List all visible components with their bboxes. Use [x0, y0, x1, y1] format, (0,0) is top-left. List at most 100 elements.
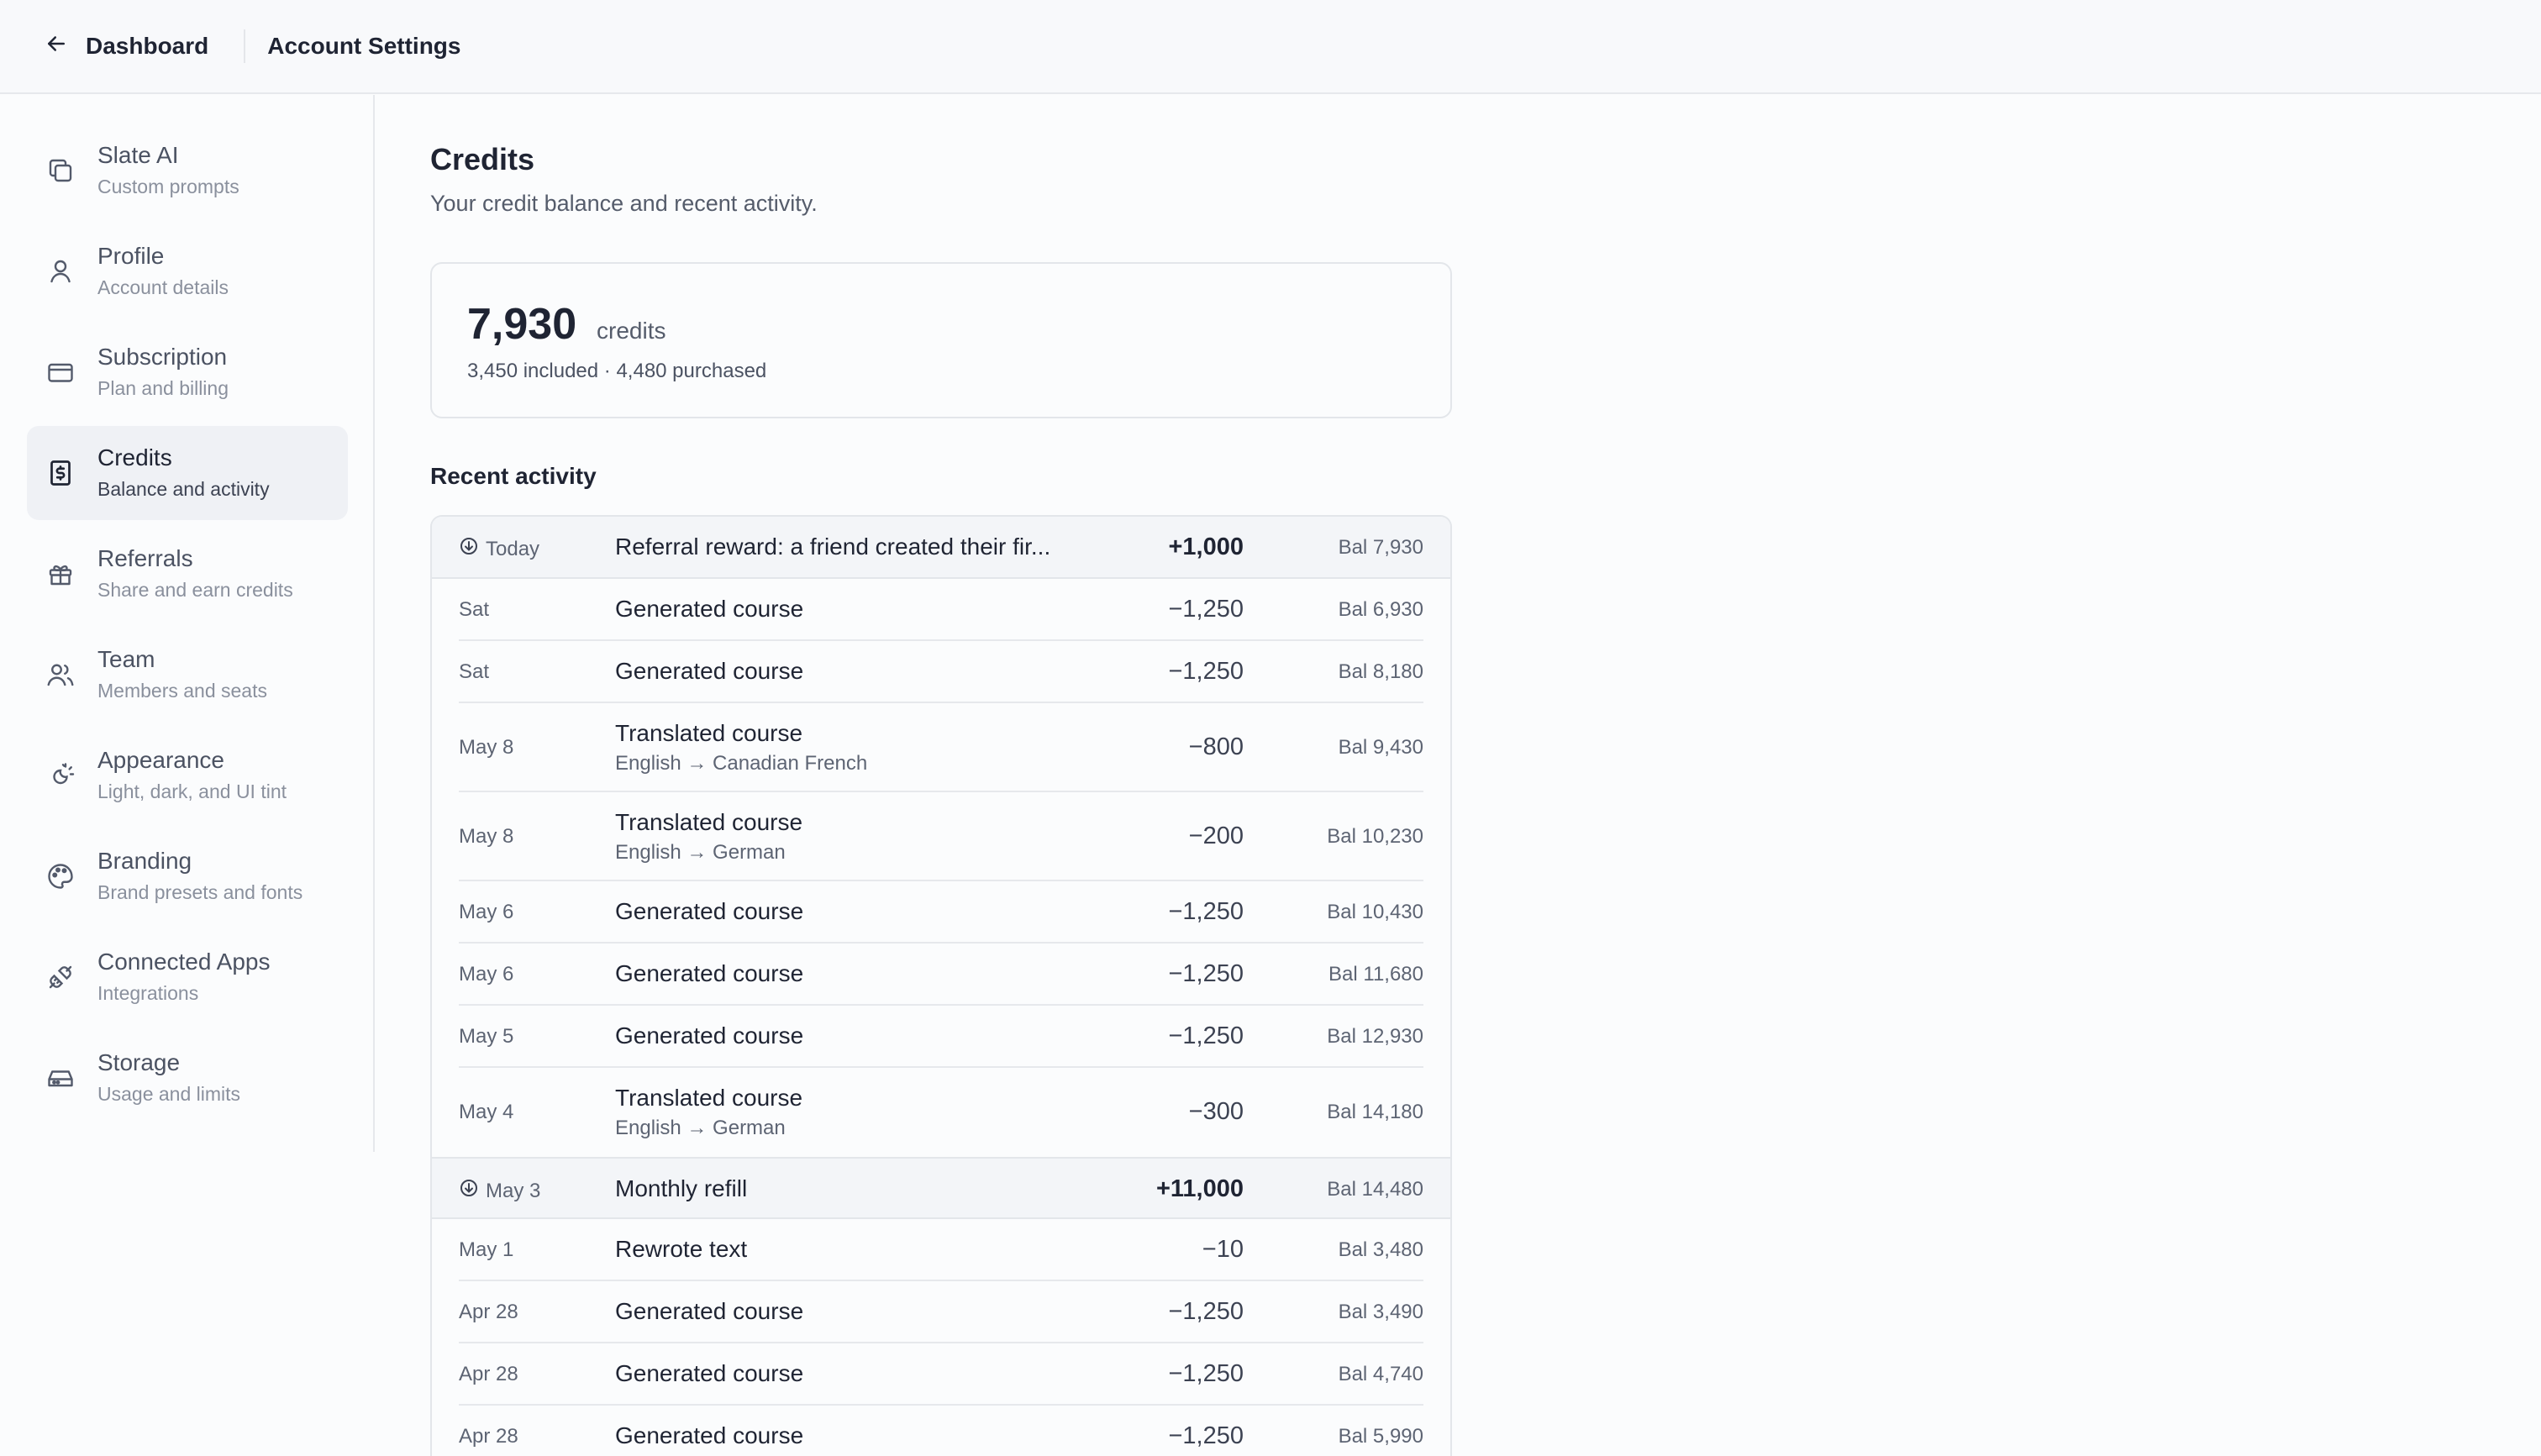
back-to-dashboard-button[interactable]: Dashboard [44, 31, 208, 62]
activity-detail: English → Canadian French [615, 752, 868, 775]
activity-row: Today Referral reward: a friend created t… [432, 517, 1450, 579]
activity-date-text: May 4 [459, 1101, 514, 1123]
activity-description: Rewrote text [615, 1236, 748, 1262]
sidebar-item-branding[interactable]: Branding Brand presets and fonts [27, 829, 348, 923]
activity-balance: Bal 10,230 [1327, 825, 1423, 848]
sidebar-item-title: Credits [97, 444, 172, 470]
sidebar-item-slate-ai[interactable]: Slate AI Custom prompts [27, 124, 348, 218]
sidebar-item-subscription[interactable]: Subscription Plan and billing [27, 325, 348, 419]
activity-balance: Bal 12,930 [1327, 1025, 1423, 1048]
arrow-left-icon [44, 31, 69, 62]
activity-row: May 5 Generated course −1,250 Bal 12,930 [432, 1006, 1450, 1068]
activity-balance: Bal 4,740 [1338, 1363, 1423, 1385]
users-icon [45, 660, 76, 690]
sidebar-item-team[interactable]: Team Members and seats [27, 628, 348, 722]
activity-description: Generated course [615, 960, 804, 986]
activity-detail: English → German [615, 841, 786, 864]
sidebar-item-profile[interactable]: Profile Account details [27, 224, 348, 318]
activity-row: May 1 Rewrote text −10 Bal 3,480 [432, 1219, 1450, 1281]
activity-date-text: Sat [459, 598, 490, 621]
sidebar-item-title: Profile [97, 243, 165, 269]
activity-date-text: May 1 [459, 1238, 514, 1261]
balance-breakdown: 3,450 included · 4,480 purchased [467, 360, 767, 382]
sidebar-item-appearance[interactable]: Appearance Light, dark, and UI tint [27, 728, 348, 823]
activity-description: Generated course [615, 596, 804, 622]
activity-amount: +1,000 [1168, 534, 1244, 560]
activity-list: Today Referral reward: a friend created t… [430, 515, 1452, 1456]
sidebar-item-subtitle: Members and seats [97, 680, 267, 702]
activity-balance: Bal 7,930 [1338, 536, 1423, 559]
sidebar-item-subtitle: Share and earn credits [97, 579, 293, 601]
sidebar-item-subtitle: Brand presets and fonts [97, 881, 303, 903]
activity-amount: −200 [1188, 823, 1244, 849]
activity-amount: −1,250 [1168, 960, 1244, 987]
activity-date-text: May 6 [459, 963, 514, 986]
activity-date-text: Apr 28 [459, 1363, 518, 1385]
activity-date-text: May 8 [459, 825, 514, 848]
activity-date-text: Today [486, 537, 540, 560]
activity-balance: Bal 3,490 [1338, 1301, 1423, 1323]
sidebar-item-title: Slate AI [97, 142, 179, 168]
activity-balance: Bal 6,930 [1338, 598, 1423, 621]
activity-balance: Bal 8,180 [1338, 660, 1423, 683]
activity-date: Today [459, 536, 539, 562]
sidebar-item-subtitle: Plan and billing [97, 377, 229, 399]
activity-date-text: May 6 [459, 901, 514, 923]
activity-date-text: May 5 [459, 1025, 514, 1048]
sidebar-item-connected-apps[interactable]: Connected Apps Integrations [27, 930, 348, 1024]
activity-amount: +11,000 [1155, 1175, 1244, 1202]
activity-row: May 8 Translated course English → Canadian… [432, 703, 1450, 792]
activity-amount: −10 [1202, 1236, 1244, 1263]
activity-date-text: Apr 28 [459, 1425, 518, 1448]
activity-row: May 6 Generated course −1,250 Bal 10,430 [432, 881, 1450, 944]
activity-description: Generated course [615, 1422, 804, 1448]
activity-date-text: Sat [459, 660, 490, 683]
sidebar-item-title: Storage [97, 1049, 181, 1075]
sidebar-item-title: Appearance [97, 747, 225, 773]
sidebar-item-referrals[interactable]: Referrals Share and earn credits [27, 527, 348, 621]
activity-description: Translated course [615, 720, 803, 746]
sidebar-item-subtitle: Integrations [97, 982, 199, 1004]
gift-icon [45, 559, 76, 589]
activity-description: Generated course [615, 1022, 804, 1049]
activity-date: May 5 [459, 1025, 513, 1049]
activity-date-text: Apr 28 [459, 1301, 518, 1323]
sidebar-item-subtitle: Custom prompts [97, 176, 239, 197]
palette-icon [45, 861, 76, 891]
activity-amount: −1,250 [1168, 1422, 1244, 1449]
page-subtitle: Your credit balance and recent activity. [430, 191, 818, 216]
top-bar: Dashboard Account Settings [0, 0, 2541, 94]
activity-date: May 8 [459, 736, 513, 760]
sidebar-item-title: Team [97, 646, 155, 672]
sidebar-item-subtitle: Light, dark, and UI tint [97, 781, 287, 802]
activity-description: Generated course [615, 898, 804, 924]
sidebar-item-title: Subscription [97, 344, 228, 370]
plug-icon [45, 962, 76, 992]
header-divider [244, 29, 246, 63]
activity-balance: Bal 5,990 [1338, 1425, 1423, 1448]
activity-description: Translated course [615, 1085, 803, 1111]
activity-description: Translated course [615, 809, 803, 835]
sidebar-item-storage[interactable]: Storage Usage and limits [27, 1031, 348, 1125]
credit-added-icon [459, 1178, 479, 1204]
activity-row: Apr 28 Generated course −1,250 Bal 4,740 [432, 1343, 1450, 1406]
activity-description: Monthly refill [615, 1175, 748, 1201]
activity-date: May 3 [459, 1178, 540, 1204]
activity-amount: −300 [1188, 1098, 1244, 1125]
activity-row: Apr 28 Generated course −1,250 Bal 3,490 [432, 1281, 1450, 1343]
activity-row: May 6 Generated course −1,250 Bal 11,680 [432, 944, 1450, 1006]
activity-balance: Bal 10,430 [1327, 901, 1423, 923]
activity-date: May 6 [459, 901, 513, 924]
sidebar-item-credits[interactable]: Credits Balance and activity [27, 426, 348, 520]
activity-date-text: May 8 [459, 736, 514, 759]
back-label: Dashboard [86, 33, 209, 59]
sidebar-item-title: Connected Apps [97, 949, 271, 975]
sidebar-item-subtitle: Account details [97, 276, 229, 298]
activity-description: Generated course [615, 1298, 804, 1324]
activity-amount: −800 [1188, 733, 1244, 760]
copy-icon [45, 155, 76, 186]
activity-date: Sat [459, 660, 489, 684]
activity-date-text: May 3 [486, 1179, 541, 1202]
sidebar-item-subtitle: Balance and activity [97, 478, 270, 500]
activity-date: May 6 [459, 963, 513, 986]
